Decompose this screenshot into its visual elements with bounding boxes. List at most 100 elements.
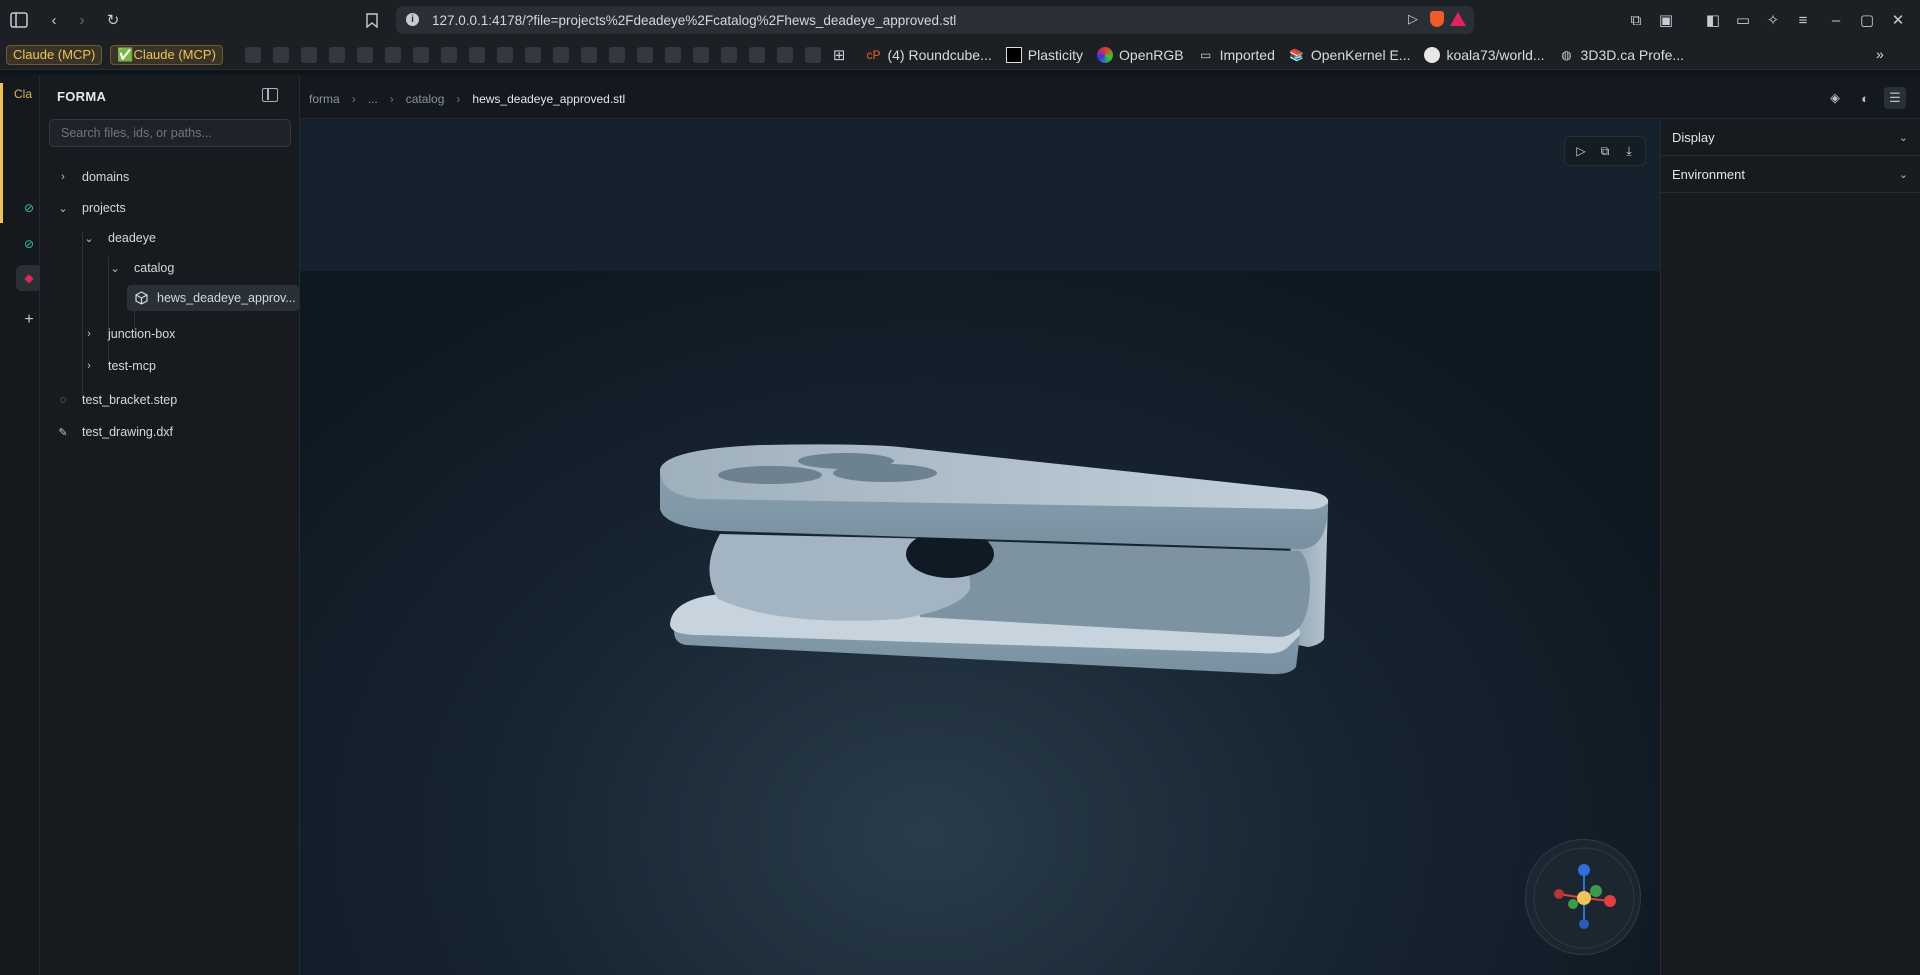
bookmark-placeholder[interactable] xyxy=(496,46,513,63)
bookmark-page-icon[interactable] xyxy=(362,10,382,30)
bookmark-claude-mcp-checked[interactable]: ✅Claude (MCP) xyxy=(110,44,223,65)
menu-icon[interactable]: ≡ xyxy=(1793,10,1813,30)
rail-tab-icon[interactable]: ⊘ xyxy=(16,231,42,257)
bookmark-placeholder[interactable] xyxy=(692,46,709,63)
chevron-down-icon: ⌄ xyxy=(1898,131,1908,144)
tree-folder-catalog[interactable]: ⌄ catalog xyxy=(108,255,174,281)
download-icon[interactable]: ⤓ xyxy=(1617,140,1641,162)
rail-tab-icon[interactable]: ⊘ xyxy=(16,195,42,221)
address-bar[interactable]: i 127.0.0.1:4178/?file=projects%2Fdeadey… xyxy=(396,6,1474,34)
tree-file-selected[interactable]: hews_deadeye_approv... xyxy=(127,285,299,311)
tree-folder-junction-box[interactable]: › junction-box xyxy=(82,321,175,347)
bookmark-placeholder[interactable] xyxy=(636,46,653,63)
rewards-icon[interactable] xyxy=(1450,12,1466,26)
bookmark-openkernel[interactable]: 📚 OpenKernel E... xyxy=(1289,47,1410,63)
breadcrumb-current: hews_deadeye_approved.stl xyxy=(472,92,626,106)
forward-icon[interactable]: › xyxy=(72,10,92,30)
bookmark-placeholder[interactable] xyxy=(580,46,597,63)
file-search-input[interactable] xyxy=(49,119,291,147)
contrast-icon[interactable]: ◐ xyxy=(1854,87,1876,109)
bookmark-placeholder[interactable] xyxy=(524,46,541,63)
loading-spinner-icon: ◌ xyxy=(59,394,67,406)
gizmo-y-axis-icon xyxy=(1590,885,1602,897)
layers-icon[interactable]: ◈ xyxy=(1824,87,1846,109)
apps-grid-icon[interactable]: ⊞ xyxy=(833,46,846,64)
bookmark-claude-mcp[interactable]: Claude (MCP) xyxy=(6,44,103,65)
bookmark-placeholder[interactable] xyxy=(720,46,737,63)
breadcrumb-separator-icon: › xyxy=(389,92,394,106)
bookmark-placeholder[interactable] xyxy=(440,46,457,63)
url-text[interactable]: 127.0.0.1:4178/?file=projects%2Fdeadeye%… xyxy=(432,13,956,28)
bookmark-placeholder[interactable] xyxy=(356,46,373,63)
rail-tab-icon[interactable]: ◆ xyxy=(16,265,42,291)
settings-sliders-icon[interactable]: ☰ xyxy=(1884,87,1906,109)
3d-viewport[interactable]: ▷ ⧉ ⤓ xyxy=(300,119,1660,975)
bookmark-placeholder[interactable] xyxy=(664,46,681,63)
site-info-icon[interactable]: i xyxy=(406,13,419,26)
viewport-backdrop-top xyxy=(300,119,1660,271)
wallet-icon[interactable]: ▭ xyxy=(1733,10,1753,30)
book-icon: 📚 xyxy=(1289,47,1305,62)
bookmark-roundcube[interactable]: cP (4) Roundcube... xyxy=(865,47,991,63)
bookmark-placeholder[interactable] xyxy=(748,46,765,63)
add-tab-icon[interactable]: + xyxy=(16,307,42,333)
cube-icon xyxy=(135,291,148,305)
leo-ai-icon[interactable]: ✧ xyxy=(1763,10,1783,30)
bookmark-plasticity[interactable]: Plasticity xyxy=(1005,46,1083,63)
bookmark-placeholder[interactable] xyxy=(608,46,625,63)
bookmark-placeholder[interactable] xyxy=(804,46,821,63)
tree-folder-test-mcp[interactable]: › test-mcp xyxy=(82,353,156,379)
github-icon xyxy=(1424,46,1441,63)
bookmark-placeholder[interactable] xyxy=(776,46,793,63)
collapse-sidebar-icon[interactable] xyxy=(262,88,278,102)
breadcrumb-ellipsis[interactable]: ... xyxy=(368,92,378,106)
bookmark-placeholder[interactable] xyxy=(300,46,317,63)
chevron-down-icon: ⌄ xyxy=(1898,168,1908,181)
bookmark-placeholder[interactable] xyxy=(412,46,429,63)
extensions-icon[interactable]: ⧉ xyxy=(1626,10,1646,30)
more-bookmarks-icon[interactable]: » xyxy=(1876,46,1884,62)
copy-icon[interactable]: ⧉ xyxy=(1593,140,1617,162)
roundcube-icon: cP xyxy=(866,47,881,62)
sidebar-panel-icon[interactable]: ◧ xyxy=(1703,10,1723,30)
breadcrumb-folder[interactable]: catalog xyxy=(406,92,445,106)
brave-shield-icon[interactable] xyxy=(1430,11,1444,27)
bookmark-placeholder[interactable] xyxy=(552,46,569,63)
play-icon[interactable]: ▷ xyxy=(1569,140,1593,162)
breadcrumb: forma › ... › catalog › hews_deadeye_app… xyxy=(309,92,625,106)
bookmark-imported[interactable]: ▭ Imported xyxy=(1198,47,1275,63)
browser-toolbar: ‹ › ↻ i 127.0.0.1:4178/?file=projects%2F… xyxy=(0,0,1920,40)
reload-icon[interactable]: ↻ xyxy=(103,10,123,30)
tree-file-dxf[interactable]: ✎ test_drawing.dxf xyxy=(56,419,173,445)
tree-folder-deadeye[interactable]: ⌄ deadeye xyxy=(82,225,156,251)
gizmo-x-axis-icon xyxy=(1604,895,1616,907)
bookmark-placeholder[interactable] xyxy=(468,46,485,63)
minimize-icon[interactable]: – xyxy=(1826,10,1846,30)
bookmark-github[interactable]: koala73/world... xyxy=(1424,46,1545,63)
environment-section-header[interactable]: Environment ⌄ xyxy=(1661,156,1920,193)
tree-folder-domains[interactable]: › domains xyxy=(56,164,129,190)
screenshot-icon[interactable]: ▣ xyxy=(1656,10,1676,30)
sidebar-toggle-icon[interactable] xyxy=(9,10,29,30)
bookmark-placeholder[interactable] xyxy=(328,46,345,63)
breadcrumb-separator-icon: › xyxy=(351,92,356,106)
tree-file-step[interactable]: ◌ test_bracket.step xyxy=(56,387,177,413)
orientation-gizmo[interactable] xyxy=(1525,839,1641,955)
openrgb-icon xyxy=(1097,46,1114,63)
breadcrumb-root[interactable]: forma xyxy=(309,92,340,106)
bookmark-openrgb[interactable]: OpenRGB xyxy=(1097,46,1184,63)
tree-folder-projects[interactable]: ⌄ projects xyxy=(56,195,125,221)
header-tools: ◈ ◐ ☰ xyxy=(1816,87,1906,109)
bookmark-placeholder[interactable] xyxy=(272,46,289,63)
rail-label[interactable]: Cla xyxy=(14,87,32,101)
maximize-icon[interactable]: ▢ xyxy=(1857,10,1877,30)
send-icon[interactable]: ▷ xyxy=(1408,11,1418,27)
chevron-right-icon: › xyxy=(61,171,65,183)
back-icon[interactable]: ‹ xyxy=(44,10,64,30)
bookmark-3d3d[interactable]: ◍ 3D3D.ca Profe... xyxy=(1559,47,1684,63)
bookmark-placeholder[interactable] xyxy=(384,46,401,63)
deadeye-model[interactable] xyxy=(660,399,1340,739)
bookmark-placeholder[interactable] xyxy=(244,46,261,63)
display-section-header[interactable]: Display ⌄ xyxy=(1661,119,1920,156)
close-window-icon[interactable]: ✕ xyxy=(1888,10,1908,30)
